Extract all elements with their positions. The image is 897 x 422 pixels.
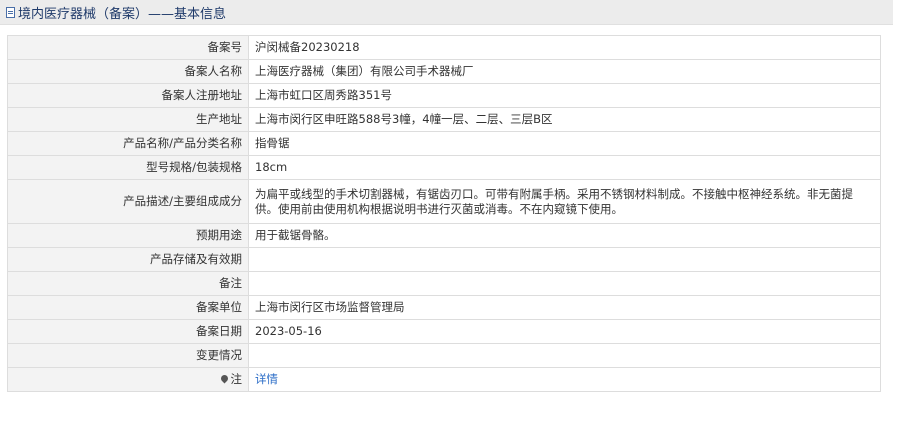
note-value-cell: 详情: [248, 367, 881, 392]
table-row: 产品名称/产品分类名称 指骨锯: [7, 131, 881, 156]
row-label: 产品描述/主要组成成分: [7, 179, 249, 224]
table-row: 备案人名称 上海医疗器械（集团）有限公司手术器械厂: [7, 59, 881, 84]
row-value: 为扁平或线型的手术切割器械，有锯齿刃口。可带有附属手柄。采用不锈钢材料制成。不接…: [248, 179, 881, 224]
table-row: 生产地址 上海市闵行区申旺路588号3幢，4幢一层、二层、三层B区: [7, 107, 881, 132]
row-value: 上海医疗器械（集团）有限公司手术器械厂: [248, 59, 881, 84]
table-row: 变更情况: [7, 343, 881, 368]
table-row: 备案号 沪闵械备20230218: [7, 35, 881, 60]
row-value: 18cm: [248, 155, 881, 180]
row-value: 指骨锯: [248, 131, 881, 156]
table-row-note: 注 详情: [7, 367, 881, 392]
row-label: 备注: [7, 271, 249, 296]
row-label: 备案日期: [7, 319, 249, 344]
row-value: 沪闵械备20230218: [248, 35, 881, 60]
row-label: 备案号: [7, 35, 249, 60]
row-label: 备案人名称: [7, 59, 249, 84]
pin-icon: [219, 373, 229, 384]
table-row: 备案单位 上海市闵行区市场监督管理局: [7, 295, 881, 320]
row-label: 预期用途: [7, 223, 249, 248]
note-label-cell: 注: [7, 367, 249, 392]
row-value: 上海市闵行区申旺路588号3幢，4幢一层、二层、三层B区: [248, 107, 881, 132]
row-value: [248, 271, 881, 296]
row-label: 变更情况: [7, 343, 249, 368]
table-row: 预期用途 用于截锯骨骼。: [7, 223, 881, 248]
page-title: 境内医疗器械（备案）——基本信息: [18, 6, 227, 22]
row-label: 生产地址: [7, 107, 249, 132]
row-value: 上海市虹口区周秀路351号: [248, 83, 881, 108]
table-row: 产品描述/主要组成成分 为扁平或线型的手术切割器械，有锯齿刃口。可带有附属手柄。…: [7, 179, 881, 224]
table-row: 备案日期 2023-05-16: [7, 319, 881, 344]
document-icon: [6, 6, 15, 18]
info-table: 备案号 沪闵械备20230218 备案人名称 上海医疗器械（集团）有限公司手术器…: [7, 35, 881, 392]
table-row: 备案人注册地址 上海市虹口区周秀路351号: [7, 83, 881, 108]
page-header: 境内医疗器械（备案）——基本信息: [0, 0, 893, 25]
row-label: 备案人注册地址: [7, 83, 249, 108]
row-value: 用于截锯骨骼。: [248, 223, 881, 248]
row-label: 备案单位: [7, 295, 249, 320]
table-row: 产品存储及有效期: [7, 247, 881, 272]
table-row: 型号规格/包装规格 18cm: [7, 155, 881, 180]
details-link[interactable]: 详情: [255, 372, 278, 386]
row-label: 产品存储及有效期: [7, 247, 249, 272]
row-value: 2023-05-16: [248, 319, 881, 344]
row-value: [248, 343, 881, 368]
row-value: [248, 247, 881, 272]
note-label: 注: [230, 372, 243, 386]
row-label: 产品名称/产品分类名称: [7, 131, 249, 156]
row-value: 上海市闵行区市场监督管理局: [248, 295, 881, 320]
row-label: 型号规格/包装规格: [7, 155, 249, 180]
table-row: 备注: [7, 271, 881, 296]
